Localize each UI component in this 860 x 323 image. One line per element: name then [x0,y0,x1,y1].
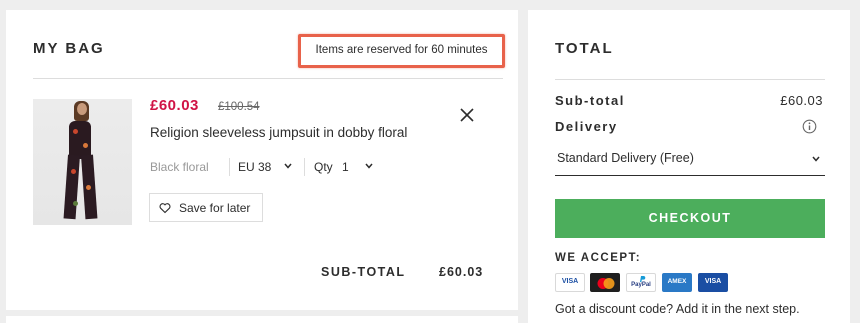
item-colour: Black floral [150,160,209,174]
product-image[interactable] [33,99,132,225]
product-pattern-dot [83,143,88,148]
item-price: £60.03 [150,97,199,114]
visa-card-text: VISA [561,278,579,285]
product-figure-body [69,121,91,159]
quantity-label: Qty [314,160,333,174]
size-select[interactable]: EU 38 [238,160,271,174]
divider [33,78,503,79]
delivery-label: Delivery [555,119,618,134]
save-for-later-label: Save for later [179,201,251,215]
mastercard-card-icon [590,273,620,292]
paypal-card-icon: PayPal [626,273,656,292]
paypal-logo-icon [640,276,646,282]
visa-card-icon: VISA [555,273,585,292]
info-icon[interactable] [802,119,817,134]
subtotal-label: Sub-total [555,93,625,108]
quantity-value: 1 [342,160,349,174]
item-original-price: £100.54 [218,101,260,113]
bag-subtotal-label: SUB-TOTAL [321,265,406,279]
remove-item-button[interactable] [456,104,478,126]
option-divider [229,158,230,176]
divider [555,79,825,80]
checkout-button[interactable]: CHECKOUT [555,199,825,238]
item-name[interactable]: Religion sleeveless jumpsuit in dobby fl… [150,125,407,140]
subtotal-value: £60.03 [780,93,823,108]
checkout-label: CHECKOUT [648,211,732,225]
heart-icon [159,203,171,214]
product-pattern-dot [73,201,78,206]
product-figure-leg [63,154,80,220]
total-panel: TOTAL Sub-total £60.03 Delivery Standard… [528,10,850,323]
option-divider [304,158,305,176]
mastercard-logo-icon [597,278,615,289]
total-title: TOTAL [555,40,614,57]
chevron-down-icon [812,156,820,162]
product-pattern-dot [73,129,78,134]
amex-card-text: AMEX [667,278,687,285]
chevron-down-icon[interactable] [364,161,374,171]
discount-code-note: Got a discount code? Add it in the next … [555,302,800,316]
reservation-notice-text: Items are reserved for 60 minutes [315,44,488,56]
bag-subtotal-value: £60.03 [439,265,484,279]
save-for-later-button[interactable]: Save for later [149,193,263,222]
visa-electron-card-text: VISA [704,278,722,285]
bag-title: MY BAG [33,40,105,57]
we-accept-label: WE ACCEPT: [555,252,642,264]
product-figure-head [77,103,87,115]
delivery-select[interactable]: Standard Delivery (Free) [555,148,825,176]
quantity-select[interactable]: Qty 1 [314,160,349,174]
close-icon [460,108,474,122]
amex-card-icon: AMEX [662,273,692,292]
next-panel-edge [6,316,518,323]
delivery-option: Standard Delivery (Free) [557,151,694,165]
reservation-notice: Items are reserved for 60 minutes [298,34,505,68]
visa-electron-card-icon: VISA [698,273,728,292]
product-pattern-dot [86,185,91,190]
product-pattern-dot [71,169,76,174]
chevron-down-icon[interactable] [283,161,293,171]
bag-panel: MY BAG Items are reserved for 60 minutes… [6,10,518,310]
